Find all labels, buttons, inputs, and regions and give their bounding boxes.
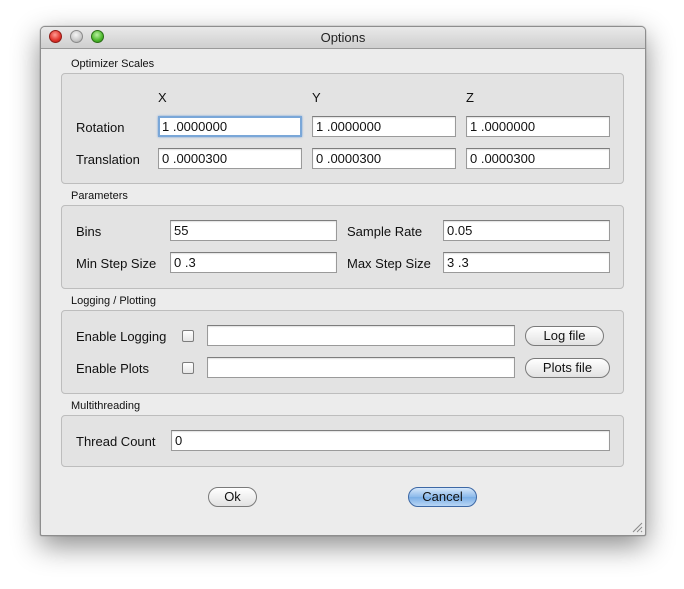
parameters-heading: Parameters [71, 190, 128, 202]
title-bar[interactable]: Options [41, 27, 645, 49]
plots-file-button[interactable]: Plots file [525, 358, 610, 378]
cancel-button[interactable]: Cancel [408, 487, 477, 507]
logging-plotting-group: Enable Logging Log file Enable Plots Plo… [61, 310, 624, 394]
max-step-size-field[interactable]: 3 .3 [443, 252, 610, 273]
column-header-x: X [158, 90, 167, 105]
multithreading-group: Thread Count 0 [61, 415, 624, 467]
thread-count-label: Thread Count [76, 434, 156, 449]
enable-plots-checkbox[interactable] [182, 362, 194, 374]
translation-y-field[interactable]: 0 .0000300 [312, 148, 456, 169]
min-step-size-field[interactable]: 0 .3 [170, 252, 337, 273]
bins-field[interactable]: 55 [170, 220, 337, 241]
logging-plotting-heading: Logging / Plotting [71, 295, 157, 307]
max-step-size-label: Max Step Size [347, 256, 431, 271]
optimizer-scales-heading: Optimizer Scales [71, 58, 155, 70]
rotation-y-field[interactable]: 1 .0000000 [312, 116, 456, 137]
rotation-z-field[interactable]: 1 .0000000 [466, 116, 610, 137]
sample-rate-field[interactable]: 0.05 [443, 220, 610, 241]
plots-file-path-field[interactable] [207, 357, 515, 378]
multithreading-heading: Multithreading [71, 400, 141, 412]
enable-logging-label: Enable Logging [76, 329, 167, 344]
sample-rate-label: Sample Rate [347, 224, 423, 239]
enable-plots-label: Enable Plots [76, 361, 149, 376]
resize-grip-icon[interactable] [632, 522, 643, 533]
window-title: Options [320, 30, 366, 45]
options-dialog: Options Optimizer Scales X Y Z Rotation … [40, 26, 646, 536]
column-header-y: Y [312, 90, 321, 105]
optimizer-scales-group: X Y Z Rotation 1 .0000000 1 .0000000 1 .… [61, 73, 624, 184]
log-file-path-field[interactable] [207, 325, 515, 346]
rotation-x-field[interactable]: 1 .0000000 [158, 116, 302, 137]
translation-z-field[interactable]: 0 .0000300 [466, 148, 610, 169]
bins-label: Bins [76, 224, 102, 239]
min-step-size-label: Min Step Size [76, 256, 157, 271]
ok-button[interactable]: Ok [208, 487, 257, 507]
column-header-z: Z [466, 90, 474, 105]
thread-count-field[interactable]: 0 [171, 430, 610, 451]
translation-x-field[interactable]: 0 .0000300 [158, 148, 302, 169]
parameters-group: Bins 55 Sample Rate 0.05 Min Step Size 0… [61, 205, 624, 289]
enable-logging-checkbox[interactable] [182, 330, 194, 342]
log-file-button[interactable]: Log file [525, 326, 604, 346]
translation-label: Translation [76, 152, 140, 167]
rotation-label: Rotation [76, 120, 125, 135]
